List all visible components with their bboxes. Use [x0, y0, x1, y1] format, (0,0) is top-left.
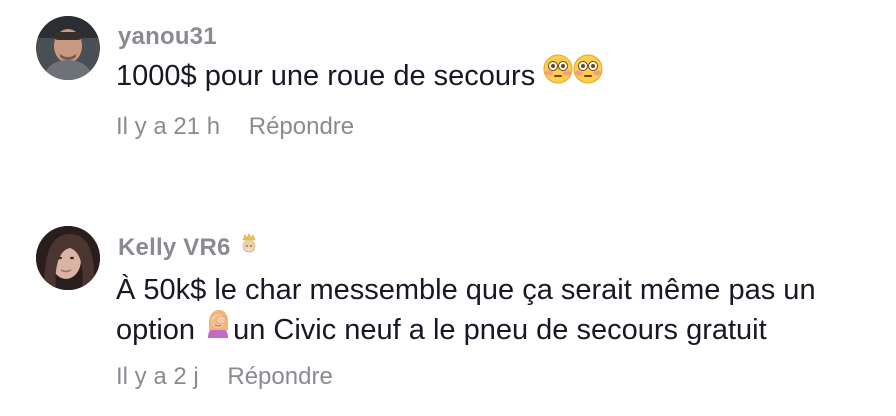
facepalm-icon: [203, 308, 233, 349]
comment-meta: Il y a 2 j Répondre: [116, 363, 333, 391]
flushed-face-icon: [543, 54, 573, 95]
princess-icon: [239, 232, 259, 261]
flushed-face-icon: [573, 54, 603, 95]
comment-meta: Il y a 21 h Répondre: [116, 113, 354, 141]
comment-item: yanou31 1000$ pour une roue de secours I…: [0, 0, 896, 200]
comment-text-fragment: option: [116, 314, 196, 346]
reply-button[interactable]: Répondre: [249, 113, 354, 140]
comment-timestamp: Il y a 2 j: [116, 363, 199, 390]
reply-button[interactable]: Répondre: [227, 363, 332, 390]
avatar-image: [36, 16, 100, 80]
comment-text-content: 1000$ pour une roue de secours: [116, 60, 536, 92]
comment-username-text: Kelly VR6: [118, 234, 231, 261]
comment-text: À 50k$ le char messemble que ça serait m…: [116, 270, 816, 352]
comment-text-fragment: un Civic neuf a le pneu de secours gratu…: [233, 314, 767, 346]
comment-text: 1000$ pour une roue de secours: [116, 54, 603, 98]
comment-text-line: option un Civic neuf a le pneu de secour…: [116, 308, 816, 352]
comment-timestamp: Il y a 21 h: [116, 113, 221, 140]
avatar[interactable]: [36, 226, 100, 290]
comment-username[interactable]: yanou31: [118, 23, 217, 51]
comment-username[interactable]: Kelly VR6: [118, 232, 259, 263]
avatar[interactable]: [36, 16, 100, 80]
comment-item: Kelly VR6 À 50k$ le char messemble que ç…: [0, 200, 896, 416]
comment-text-line: À 50k$ le char messemble que ça serait m…: [116, 274, 816, 306]
avatar-image: [36, 226, 100, 290]
